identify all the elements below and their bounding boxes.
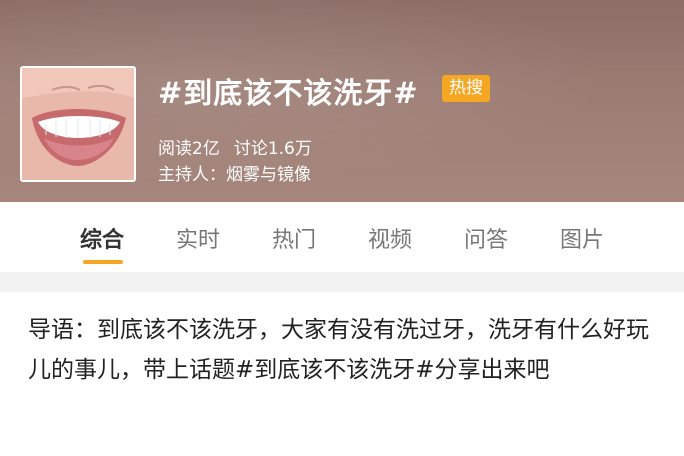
topic-header: #到底该不该洗牙# 热搜 阅读2亿 讨论1.6万 主持人：烟雾与镜像 bbox=[0, 0, 684, 202]
topic-host[interactable]: 主持人：烟雾与镜像 bbox=[158, 160, 311, 185]
tab-bar: 综合 实时 热门 视频 问答 图片 bbox=[0, 202, 684, 273]
hot-search-badge: 热搜 bbox=[442, 75, 490, 102]
tab-hot[interactable]: 热门 bbox=[272, 222, 316, 254]
tab-images[interactable]: 图片 bbox=[560, 222, 604, 254]
active-tab-indicator bbox=[83, 260, 123, 264]
section-divider bbox=[0, 272, 684, 292]
topic-title: #到底该不该洗牙# bbox=[158, 76, 419, 110]
discussion-count: 讨论1.6万 bbox=[233, 139, 312, 159]
smile-image bbox=[22, 68, 134, 180]
topic-intro-card: 导语：到底该不该洗牙，大家有没有洗过牙，洗牙有什么好玩儿的事儿，带上话题#到底该… bbox=[0, 292, 684, 456]
read-count: 阅读2亿 bbox=[158, 139, 220, 159]
topic-thumbnail[interactable] bbox=[20, 66, 136, 182]
topic-intro-text: 导语：到底该不该洗牙，大家有没有洗过牙，洗牙有什么好玩儿的事儿，带上话题#到底该… bbox=[28, 317, 649, 383]
topic-stats: 阅读2亿 讨论1.6万 bbox=[158, 134, 326, 159]
tab-qa[interactable]: 问答 bbox=[464, 222, 508, 254]
tab-realtime[interactable]: 实时 bbox=[176, 222, 220, 254]
tab-comprehensive[interactable]: 综合 bbox=[80, 222, 124, 254]
tab-video[interactable]: 视频 bbox=[368, 222, 412, 254]
